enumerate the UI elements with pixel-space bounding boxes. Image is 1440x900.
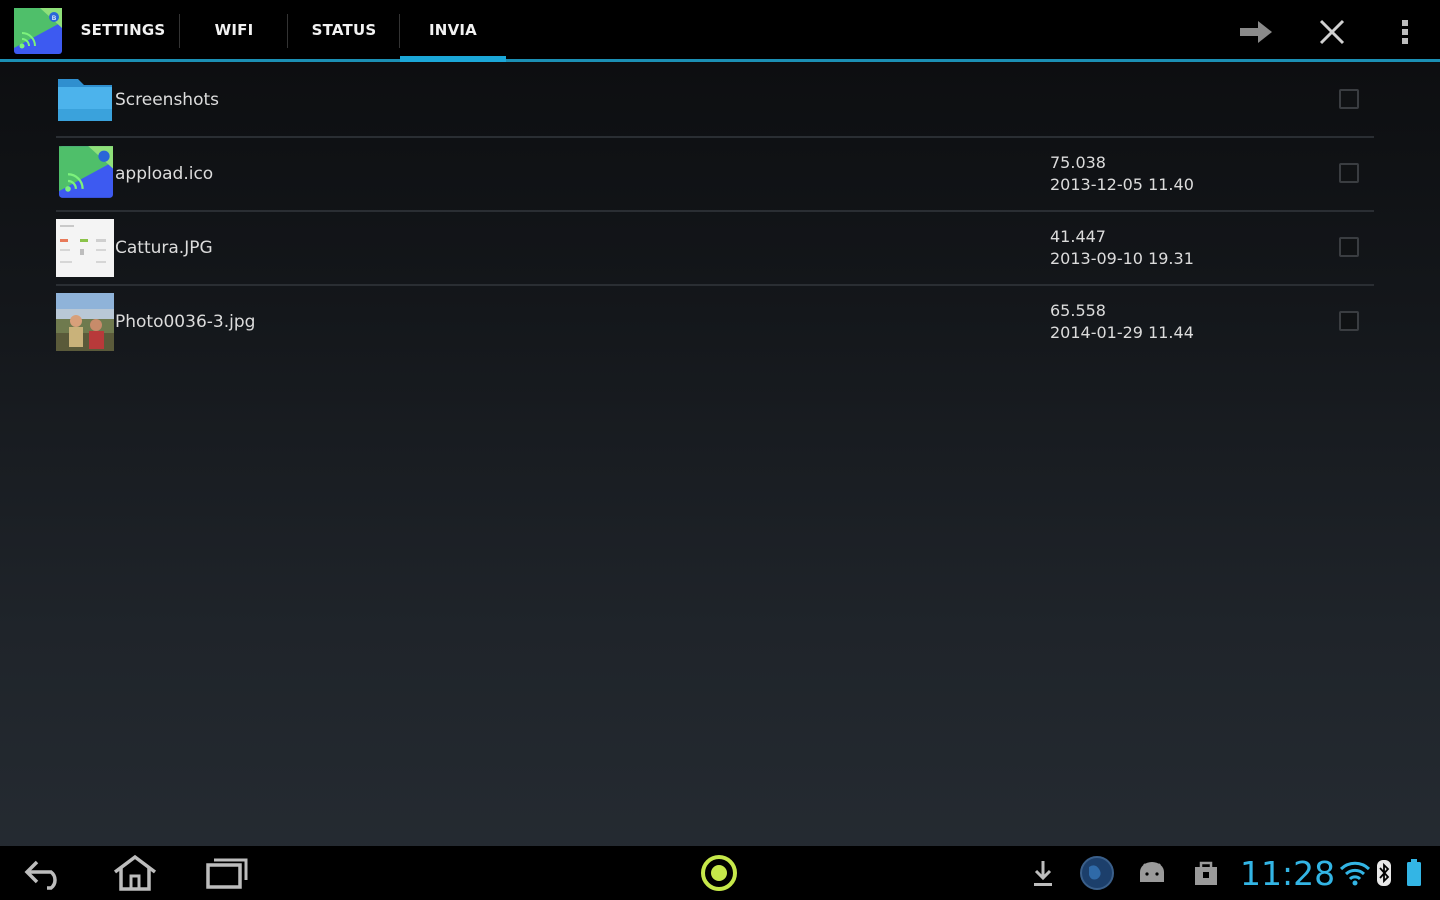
file-name: Cattura.JPG xyxy=(115,238,213,258)
file-size: 65.558 xyxy=(1050,301,1106,320)
android-icon xyxy=(1140,862,1164,882)
battery-icon xyxy=(1407,859,1421,886)
tab-invia-label: INVIA xyxy=(429,20,477,39)
tab-settings[interactable]: SETTINGS xyxy=(66,0,180,59)
bluetooth-status xyxy=(1374,854,1394,892)
select-checkbox[interactable] xyxy=(1339,163,1359,183)
file-date: 2013-12-05 11.40 xyxy=(1050,175,1194,194)
file-name: Screenshots xyxy=(115,90,220,110)
folder-icon xyxy=(56,71,114,129)
file-list: Screenshots appload.ico 75.038 2013-12-0… xyxy=(56,64,1374,358)
status-clock: 11:28 xyxy=(1240,853,1336,893)
arrow-right-icon xyxy=(1240,21,1272,43)
wifi-status xyxy=(1338,854,1372,892)
wifi-icon xyxy=(1339,861,1371,886)
tab-invia[interactable]: INVIA xyxy=(400,0,506,62)
photo-thumbnail-icon xyxy=(56,293,114,351)
home-button[interactable] xyxy=(110,854,160,892)
battery-status xyxy=(1402,854,1426,892)
file-meta: 75.038 2013-12-05 11.40 xyxy=(1050,152,1194,196)
back-icon xyxy=(24,860,57,890)
list-item-appload[interactable]: appload.ico 75.038 2013-12-05 11.40 xyxy=(56,138,1374,212)
download-notification[interactable] xyxy=(1030,854,1056,892)
file-date: 2013-09-10 19.31 xyxy=(1050,249,1194,268)
file-meta: 41.447 2013-09-10 19.31 xyxy=(1050,226,1194,270)
svg-text:ʙ: ʙ xyxy=(52,13,57,22)
android-debug-notification[interactable] xyxy=(1134,854,1170,892)
shop-notification[interactable] xyxy=(1190,854,1222,892)
system-navigation-bar: 11:28 xyxy=(0,846,1440,900)
tab-wifi-label: WIFI xyxy=(214,20,254,39)
send-button[interactable] xyxy=(1236,12,1276,52)
tab-settings-label: SETTINGS xyxy=(80,20,166,39)
image-thumbnail-icon xyxy=(56,219,114,277)
file-name: Photo0036-3.jpg xyxy=(115,312,256,332)
list-item-photo[interactable]: Photo0036-3.jpg 65.558 2014-01-29 11.44 xyxy=(56,286,1374,358)
close-button[interactable] xyxy=(1312,12,1352,52)
file-size: 41.447 xyxy=(1050,227,1106,246)
select-checkbox[interactable] xyxy=(1339,237,1359,257)
globe-icon xyxy=(1080,856,1114,890)
record-circle-icon xyxy=(701,855,737,891)
shopping-bag-icon xyxy=(1195,861,1217,885)
app-logo-icon[interactable]: ʙ xyxy=(14,8,62,54)
download-icon xyxy=(1034,861,1052,886)
file-name: appload.ico xyxy=(115,164,214,184)
close-icon xyxy=(1319,19,1345,45)
back-button[interactable] xyxy=(22,854,68,892)
screen-record-button[interactable] xyxy=(698,854,740,892)
app-file-icon xyxy=(56,145,114,203)
home-icon xyxy=(113,854,157,891)
file-date: 2014-01-29 11.44 xyxy=(1050,323,1194,342)
select-checkbox[interactable] xyxy=(1339,89,1359,109)
action-bar: ʙ SETTINGS WIFI STATUS INVIA xyxy=(0,0,1440,62)
tab-status-label: STATUS xyxy=(311,20,377,39)
list-item-cattura[interactable]: Cattura.JPG 41.447 2013-09-10 19.31 xyxy=(56,212,1374,286)
list-item-screenshots[interactable]: Screenshots xyxy=(56,64,1374,138)
select-checkbox[interactable] xyxy=(1339,311,1359,331)
file-meta: 65.558 2014-01-29 11.44 xyxy=(1050,300,1194,344)
overflow-menu-button[interactable] xyxy=(1385,12,1425,52)
tab-wifi[interactable]: WIFI xyxy=(180,0,288,59)
file-size: 75.038 xyxy=(1050,153,1106,172)
overflow-menu-icon xyxy=(1402,20,1408,44)
tab-bar: SETTINGS WIFI STATUS INVIA xyxy=(66,0,506,62)
recent-apps-button[interactable] xyxy=(202,854,250,892)
bluetooth-icon xyxy=(1377,860,1391,886)
globe-notification[interactable] xyxy=(1078,854,1116,892)
recent-apps-icon xyxy=(206,858,248,889)
tab-status[interactable]: STATUS xyxy=(288,0,400,59)
